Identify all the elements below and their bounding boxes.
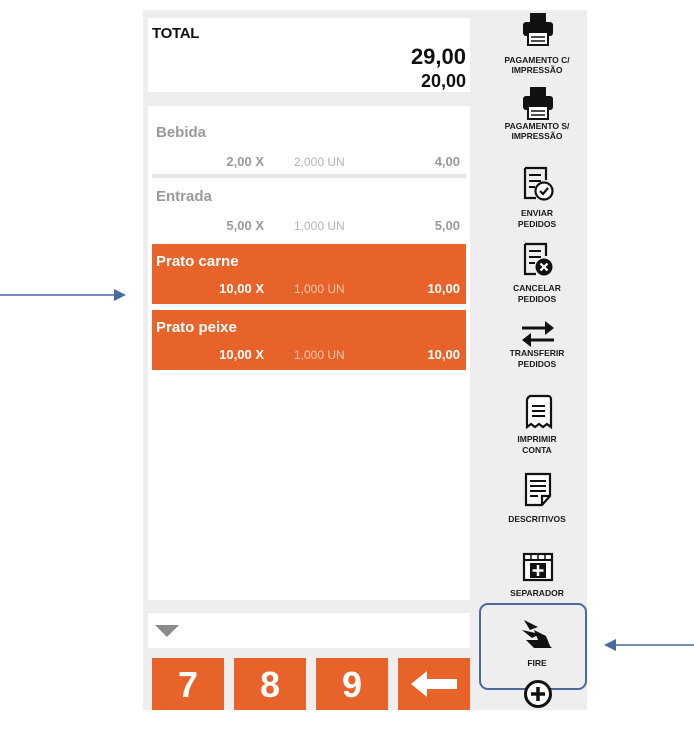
button-label: CANCELAR <box>513 283 561 293</box>
order-item-unit: 1,000 UN <box>294 219 345 233</box>
total-amount: 29,00 <box>410 44 466 69</box>
expand-dropdown[interactable] <box>148 613 470 648</box>
button-label: IMPRESSÃO <box>511 131 563 141</box>
triangle-down-icon <box>155 625 179 637</box>
button-label: ENVIAR <box>520 208 554 218</box>
print-bill-button[interactable]: IMPRIMIR CONTA <box>490 392 584 464</box>
order-item-unit: 1,000 UN <box>294 348 345 362</box>
fire-icon <box>522 620 552 648</box>
swap-arrows-icon <box>522 321 554 347</box>
order-item-name: Prato peixe <box>156 319 237 336</box>
order-item-selected[interactable]: Prato carne 10,00 X 1,000 UN 10,00 <box>152 244 466 304</box>
printer-icon <box>523 87 553 120</box>
total-panel: TOTAL 29,00 20,00 <box>148 18 470 92</box>
document-lines-icon <box>524 472 552 507</box>
order-item-amount: 5,00 <box>434 218 460 233</box>
key-8[interactable]: 8 <box>234 658 306 710</box>
add-button[interactable] <box>490 676 584 710</box>
order-item-amount: 4,00 <box>434 154 460 169</box>
button-label: PEDIDOS <box>517 219 557 229</box>
fire-button[interactable]: FIRE <box>490 616 584 676</box>
total-label: TOTAL <box>152 25 200 42</box>
send-orders-button[interactable]: ENVIAR PEDIDOS <box>490 162 584 234</box>
button-label: PEDIDOS <box>517 294 557 304</box>
keypad: 7 8 9 <box>148 658 470 710</box>
payment-without-print-button[interactable]: PAGAMENTO S/ IMPRESSÃO <box>490 84 584 154</box>
button-label: PAGAMENTO C/ <box>504 55 570 65</box>
order-item[interactable]: Entrada 5,00 X 1,000 UN 5,00 <box>152 178 466 242</box>
cancel-orders-button[interactable]: CANCELAR PEDIDOS <box>490 238 584 310</box>
button-label: DESCRITIVOS <box>508 514 566 524</box>
document-cancel-icon <box>523 242 553 276</box>
order-item-name: Prato carne <box>156 253 239 270</box>
arrow-left-icon <box>411 671 457 697</box>
order-item-qty: 10,00 X <box>219 347 264 362</box>
button-label: FIRE <box>527 658 547 668</box>
payment-with-print-button[interactable]: PAGAMENTO C/ IMPRESSÃO <box>490 10 584 82</box>
order-item-amount: 10,00 <box>427 347 460 362</box>
order-item[interactable]: Bebida 2,00 X 2,000 UN 4,00 <box>152 114 466 178</box>
order-item-qty: 5,00 X <box>226 218 264 233</box>
button-label: SEPARADOR <box>510 588 564 598</box>
document-check-icon <box>523 166 554 201</box>
add-circle-icon <box>524 680 552 708</box>
button-label: IMPRIMIR <box>517 434 557 444</box>
key-7[interactable]: 7 <box>152 658 224 710</box>
button-label: PAGAMENTO S/ <box>504 121 570 131</box>
order-item-unit: 1,000 UN <box>294 282 345 296</box>
button-label: TRANSFERIR <box>509 348 565 358</box>
button-label: IMPRESSÃO <box>511 65 563 75</box>
button-label: PEDIDOS <box>517 359 557 369</box>
order-item-name: Bebida <box>156 124 207 141</box>
order-item-qty: 10,00 X <box>219 281 264 296</box>
backspace-key[interactable] <box>398 658 470 710</box>
key-9[interactable]: 9 <box>316 658 388 710</box>
button-label: CONTA <box>522 445 552 455</box>
order-item-amount: 10,00 <box>427 281 460 296</box>
order-item-selected[interactable]: Prato peixe 10,00 X 1,000 UN 10,00 <box>152 310 466 370</box>
printer-icon <box>523 13 553 46</box>
order-item-qty: 2,00 X <box>226 154 264 169</box>
order-item-name: Entrada <box>156 188 212 205</box>
separator-button[interactable]: SEPARADOR <box>490 548 584 602</box>
transfer-orders-button[interactable]: TRANSFERIR PEDIDOS <box>490 316 584 384</box>
receipt-icon <box>525 394 553 430</box>
annotation-arrow-left <box>0 289 126 301</box>
separator-plus-icon <box>522 552 554 582</box>
order-list: Bebida 2,00 X 2,000 UN 4,00 Entrada 5,00… <box>148 106 470 600</box>
total-secondary-amount: 20,00 <box>420 71 466 91</box>
annotation-arrow-right <box>604 639 694 651</box>
order-item-unit: 2,000 UN <box>294 155 345 169</box>
descriptions-button[interactable]: DESCRITIVOS <box>490 470 584 534</box>
